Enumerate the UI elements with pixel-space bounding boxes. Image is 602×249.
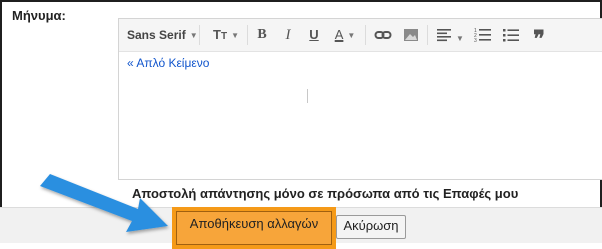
pointer-arrow-icon bbox=[40, 174, 168, 232]
